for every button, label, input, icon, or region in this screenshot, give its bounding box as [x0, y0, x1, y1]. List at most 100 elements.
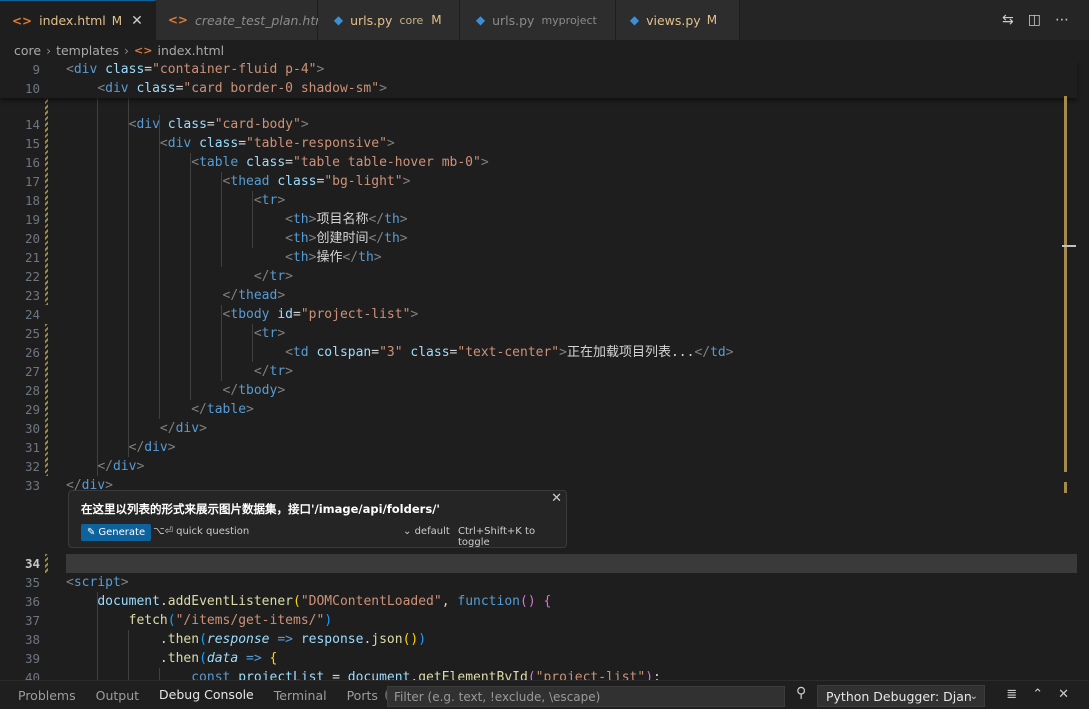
- search-icon[interactable]: ⚲: [796, 685, 806, 701]
- close-icon[interactable]: ✕: [551, 491, 562, 506]
- bottom-panel: Problems Output Debug Console Terminal P…: [0, 680, 1089, 709]
- code-editor[interactable]: 14 <div class="card-body"> 15 <div class…: [0, 60, 1089, 685]
- code-line: </tr>: [253, 364, 293, 379]
- tab-debug-console[interactable]: Debug Console: [149, 681, 264, 709]
- tab-problems[interactable]: Problems: [0, 681, 86, 709]
- code-line: <tbody id="project-list">: [222, 307, 419, 322]
- inline-chat-widget: 在这里以列表的形式来展示图片数据集，接口'/image/api/folders/…: [68, 490, 567, 548]
- python-file-icon: ◆: [629, 13, 640, 27]
- tab-description: myproject: [541, 13, 597, 27]
- current-line-highlight: [66, 554, 1077, 573]
- code-line: <th>创建时间</th>: [285, 231, 408, 246]
- chevron-right-icon: ›: [124, 42, 130, 58]
- line-number: 22: [24, 269, 40, 284]
- quick-question-label: quick question: [176, 526, 250, 537]
- word-wrap-icon[interactable]: ≣: [1006, 687, 1017, 702]
- code-line[interactable]: <div class="container-fluid p-4">: [66, 60, 324, 79]
- line-number: 15: [24, 136, 40, 151]
- gutter-change-marker: [45, 96, 48, 305]
- close-panel-icon[interactable]: ✕: [1058, 687, 1069, 702]
- split-editor-icon[interactable]: ◫: [1028, 12, 1041, 28]
- code-line: </div>: [159, 421, 207, 436]
- line-number: 9: [32, 62, 40, 77]
- code-line: .then(response => response.json()): [159, 632, 427, 647]
- line-number: 32: [24, 459, 40, 474]
- python-file-icon: ◆: [333, 13, 344, 27]
- chevron-down-icon: ⌄: [969, 690, 978, 702]
- gutter-change-marker: [45, 324, 48, 476]
- tab-terminal[interactable]: Terminal: [264, 681, 337, 709]
- debug-config-select[interactable]: Python Debugger: Djan ⌄: [817, 685, 985, 707]
- line-number: 29: [24, 402, 40, 417]
- code-line: <th>项目名称</th>: [285, 212, 408, 227]
- filter-input[interactable]: Filter (e.g. text, !exclude, \escape): [387, 686, 785, 707]
- tab-label: create_test_plan.html: [194, 12, 331, 28]
- line-number: 26: [24, 345, 40, 360]
- panel-actions: ≣ ⌃ ✕: [1006, 687, 1069, 702]
- line-number: 34: [24, 556, 40, 571]
- tab-label: views.py: [646, 12, 701, 28]
- vertical-scrollbar[interactable]: [1064, 96, 1078, 680]
- close-icon[interactable]: ✕: [131, 13, 143, 29]
- line-number: 18: [24, 193, 40, 208]
- code-line[interactable]: <div class="card border-0 shadow-sm">: [66, 79, 387, 98]
- line-number: 23: [24, 288, 40, 303]
- line-number: 10: [24, 81, 40, 96]
- more-actions-icon[interactable]: ⋯: [1055, 12, 1069, 28]
- code-line: <tr>: [253, 326, 286, 341]
- code-line: fetch("/items/get-items/"): [128, 613, 333, 628]
- line-number: 38: [24, 632, 40, 647]
- quick-question-shortcut: ⌥⏎: [153, 526, 173, 537]
- line-number: 27: [24, 364, 40, 379]
- ports-label: Ports: [346, 687, 378, 703]
- tab-views-py[interactable]: ◆ views.py M: [615, 0, 740, 40]
- tab-create-test-plan[interactable]: <> create_test_plan.html: [155, 0, 331, 40]
- code-line: <div class="table-responsive">: [159, 136, 395, 151]
- editor-tab-bar: <> index.html M ✕ <> create_test_plan.ht…: [0, 0, 1089, 40]
- code-line: document.addEventListener("DOMContentLoa…: [97, 594, 552, 609]
- chat-prompt-input[interactable]: 在这里以列表的形式来展示图片数据集，接口'/image/api/folders/…: [81, 501, 440, 517]
- tab-output[interactable]: Output: [86, 681, 149, 709]
- tab-urls-myproject[interactable]: ◆ urls.py myproject: [459, 0, 616, 40]
- code-line: <td colspan="3" class="text-center">正在加载…: [285, 345, 734, 360]
- line-number: 36: [24, 594, 40, 609]
- code-line: <tr>: [253, 193, 286, 208]
- overview-cursor-marker: [1062, 245, 1076, 247]
- debug-config-label: Python Debugger: Djan: [826, 688, 972, 704]
- line-number: 37: [24, 613, 40, 628]
- toggle-hint: Ctrl+Shift+K to toggle: [458, 526, 536, 548]
- html-file-icon: <>: [12, 13, 33, 28]
- breadcrumb-item[interactable]: index.html: [157, 43, 224, 58]
- html-file-icon: <>: [134, 43, 153, 57]
- code-line: <table class="table table-hover mb-0">: [191, 155, 489, 170]
- overview-change-marker: [1064, 96, 1067, 472]
- generate-button[interactable]: ✎ Generate: [81, 524, 152, 541]
- quick-question-button[interactable]: ⌥⏎ quick question: [153, 526, 249, 537]
- open-changes-icon[interactable]: ⇆: [1002, 12, 1014, 28]
- sparkle-icon: ✎: [87, 527, 96, 538]
- model-label: default: [414, 526, 450, 537]
- line-number: 31: [24, 440, 40, 455]
- chevron-right-icon: ›: [46, 42, 52, 58]
- line-number: 39: [24, 651, 40, 666]
- tab-index-html[interactable]: <> index.html M ✕: [0, 0, 156, 40]
- tab-label: urls.py: [492, 12, 535, 28]
- code-line: </table>: [191, 402, 254, 417]
- tab-urls-core[interactable]: ◆ urls.py core M: [317, 0, 460, 40]
- maximize-panel-icon[interactable]: ⌃: [1032, 687, 1043, 702]
- line-number: 25: [24, 326, 40, 341]
- code-line: </div>: [128, 440, 176, 455]
- breadcrumb-item[interactable]: templates: [56, 43, 119, 58]
- line-number: 14: [24, 117, 40, 132]
- editor-actions: ⇆ ◫ ⋯: [1002, 0, 1089, 40]
- generate-label: Generate: [98, 527, 146, 538]
- model-select[interactable]: ⌄ default: [403, 526, 450, 537]
- tab-description: core: [399, 13, 424, 27]
- tab-label: index.html: [39, 13, 106, 28]
- breadcrumb-item[interactable]: core: [14, 43, 41, 58]
- overview-change-marker: [1064, 482, 1067, 493]
- line-number: 20: [24, 231, 40, 246]
- breadcrumb: core › templates › <> index.html: [0, 40, 1089, 60]
- code-line: </tbody>: [222, 383, 286, 398]
- code-line: </div>: [97, 459, 145, 474]
